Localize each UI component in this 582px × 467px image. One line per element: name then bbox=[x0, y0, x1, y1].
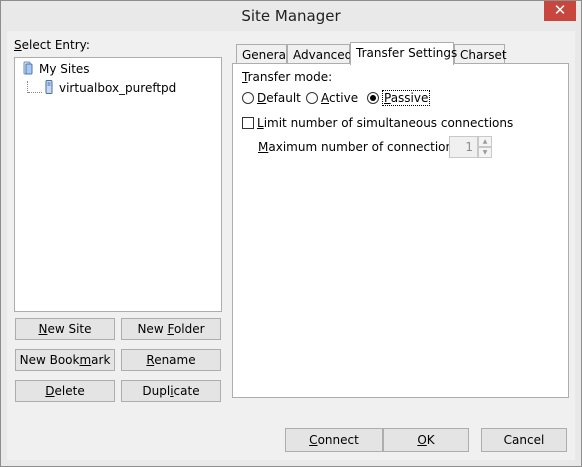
site-manager-window: Site Manager ✕ Select Entry: My Sites vi… bbox=[0, 0, 582, 467]
new-bookmark-button[interactable]: New Bookmark bbox=[15, 349, 115, 371]
transfer-settings-panel: Transfer mode: Default Active Passive Li… bbox=[232, 63, 569, 398]
tab-transfer-settings[interactable]: Transfer Settings bbox=[350, 42, 457, 65]
transfer-mode-label: Transfer mode: bbox=[242, 70, 333, 84]
spin-down-icon[interactable]: ▼ bbox=[478, 147, 492, 158]
max-connections-label: Maximum number of connections: bbox=[258, 140, 464, 154]
title-bar: Site Manager ✕ bbox=[1, 1, 581, 31]
close-button[interactable]: ✕ bbox=[544, 1, 576, 21]
radio-passive-button[interactable] bbox=[367, 92, 379, 104]
radio-passive-label: Passive bbox=[382, 90, 431, 106]
radio-active-button[interactable] bbox=[306, 92, 318, 104]
delete-button[interactable]: Delete bbox=[15, 380, 115, 402]
ok-button[interactable]: OK bbox=[383, 428, 469, 452]
limit-connections-option[interactable]: Limit number of simultaneous connections bbox=[242, 116, 513, 130]
tab-general[interactable]: General bbox=[236, 44, 289, 65]
site-tree[interactable]: My Sites virtualbox_pureftpd bbox=[14, 57, 222, 312]
tree-connector-h bbox=[28, 92, 42, 93]
radio-default-button[interactable] bbox=[242, 92, 254, 104]
max-connections-input[interactable]: 1 bbox=[449, 136, 478, 158]
connect-button[interactable]: Connect bbox=[285, 428, 383, 452]
tab-advanced[interactable]: Advanced bbox=[287, 44, 352, 65]
spin-arrows[interactable]: ▲ ▼ bbox=[478, 136, 492, 158]
limit-connections-checkbox[interactable] bbox=[242, 117, 254, 129]
spin-up-icon[interactable]: ▲ bbox=[478, 136, 492, 147]
server-icon bbox=[43, 80, 55, 94]
radio-passive[interactable]: Passive bbox=[367, 90, 431, 106]
cancel-button[interactable]: Cancel bbox=[481, 428, 567, 452]
tab-charset[interactable]: Charset bbox=[454, 44, 507, 65]
tree-item-label: My Sites bbox=[39, 62, 90, 76]
select-entry-label: Select Entry: bbox=[14, 38, 90, 52]
rename-button[interactable]: Rename bbox=[121, 349, 221, 371]
close-icon: ✕ bbox=[553, 1, 567, 19]
duplicate-button[interactable]: Duplicate bbox=[121, 380, 221, 402]
tree-item-virtualbox-pureftpd[interactable]: virtualbox_pureftpd bbox=[43, 80, 176, 96]
new-site-button[interactable]: New Site bbox=[15, 318, 115, 340]
tree-item-label: virtualbox_pureftpd bbox=[59, 81, 177, 95]
new-folder-button[interactable]: New Folder bbox=[121, 318, 221, 340]
radio-active[interactable]: Active bbox=[306, 91, 358, 105]
radio-default[interactable]: Default bbox=[242, 91, 301, 105]
dialog-client: Select Entry: My Sites virtualbox_pureft… bbox=[7, 31, 575, 460]
max-connections-stepper[interactable]: 1 ▲ ▼ bbox=[449, 136, 494, 158]
folder-icon bbox=[23, 61, 35, 75]
tree-item-my-sites[interactable]: My Sites bbox=[23, 61, 90, 77]
window-title: Site Manager bbox=[241, 7, 341, 25]
